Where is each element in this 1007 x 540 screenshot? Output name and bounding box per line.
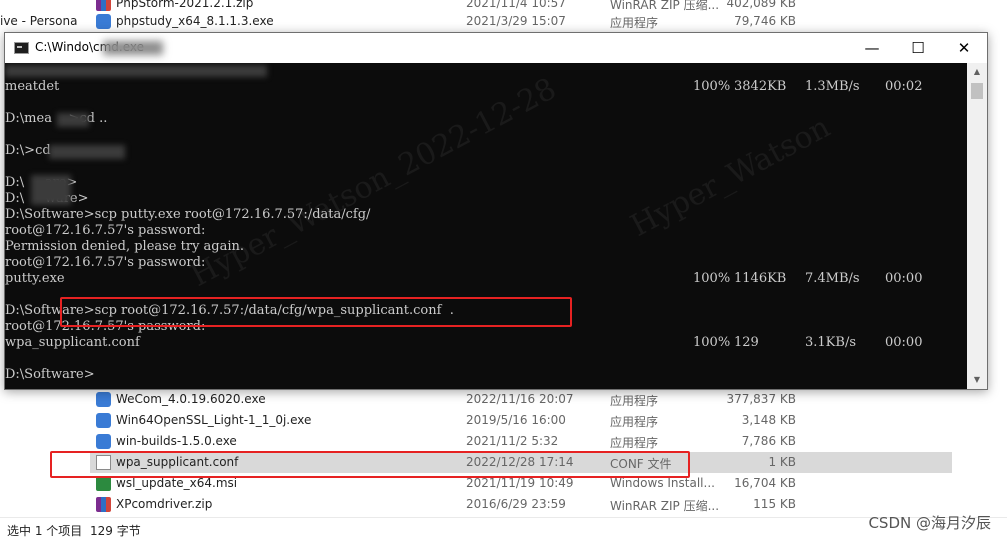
console-line-text: Permission denied, please try again. (5, 239, 245, 254)
transfer-rate: 3.1KB/s (805, 335, 856, 350)
installer-exe-icon (96, 392, 111, 407)
console-app-icon (14, 42, 29, 54)
maximize-button[interactable]: ☐ (895, 33, 941, 63)
file-date: 2021/11/4 10:57 (466, 0, 566, 10)
redacted-blur (57, 113, 89, 127)
file-name: phpstudy_x64_8.1.1.3.exe (116, 14, 274, 28)
transfer-size: 1146KB (734, 271, 787, 286)
redacted-blur (5, 65, 267, 77)
console-line-text: D:\Software>scp putty.exe root@172.16.7.… (5, 207, 371, 222)
file-type: 应用程序 (610, 16, 659, 30)
msi-package-icon (96, 476, 111, 491)
minimize-button[interactable]: — (849, 33, 895, 63)
transfer-rate: 1.3MB/s (805, 79, 860, 94)
file-size: 115 KB (753, 497, 796, 511)
file-row[interactable]: Win64OpenSSL_Light-1_1_0j.exe 2019/5/16 … (90, 410, 952, 431)
diagonal-watermark: Hyper_Watson (625, 109, 836, 244)
file-size: 377,837 KB (726, 392, 796, 406)
file-size: 16,704 KB (734, 476, 796, 490)
status-bar: 选中 1 个项目 129 字节 (0, 517, 1007, 540)
console-line-text: root@172.16.7.57's password: (5, 223, 206, 238)
transfer-percent: 100% (693, 271, 731, 286)
console-line-text: D:\>cd (5, 143, 51, 158)
file-size: 1 KB (768, 455, 796, 469)
diagonal-watermark: Hyper_Watson_2022-12-28 (185, 71, 562, 294)
transfer-percent: 100% (693, 335, 731, 350)
winrar-archive-icon (96, 0, 111, 11)
redacted-blur (103, 41, 163, 55)
installer-exe-icon (96, 14, 111, 29)
nav-pane-item[interactable]: ive - Persona (0, 14, 77, 28)
highlight-annotation-file (50, 451, 690, 478)
file-row[interactable]: win-builds-1.5.0.exe 2021/11/2 5:32 应用程序… (90, 431, 952, 452)
console-scrollbar[interactable]: ▲ ▼ (967, 63, 987, 389)
transfer-size: 3842KB (734, 79, 787, 94)
file-date: 2016/6/29 23:59 (466, 497, 566, 511)
redacted-blur (31, 175, 71, 205)
transfer-time: 00:00 (885, 271, 923, 286)
status-selected-count: 选中 1 个项目 (7, 524, 83, 538)
file-date: 2021/3/29 15:07 (466, 14, 566, 28)
transfer-time: 00:00 (885, 335, 923, 350)
file-row[interactable]: XPcomdriver.zip 2016/6/29 23:59 WinRAR Z… (90, 494, 952, 515)
installer-exe-icon (96, 413, 111, 428)
status-selected-size: 129 字节 (90, 524, 141, 538)
installer-exe-icon (96, 434, 111, 449)
file-type: 应用程序 (610, 436, 659, 450)
file-size: 402,089 KB (726, 0, 796, 10)
transfer-time: 00:02 (885, 79, 923, 94)
csdn-watermark: CSDN @海月汐辰 (868, 514, 991, 532)
file-type: Windows Install... (610, 476, 715, 490)
file-name: win-builds-1.5.0.exe (116, 434, 237, 448)
title-bar[interactable]: C:\Windo\cmd.exe — ☐ ✕ (5, 33, 987, 63)
transfer-percent: 100% (693, 79, 731, 94)
scroll-up-icon[interactable]: ▲ (967, 63, 987, 81)
file-size: 79,746 KB (734, 14, 796, 28)
file-name: wsl_update_x64.msi (116, 476, 238, 490)
file-row[interactable]: WeCom_4.0.19.6020.exe 2022/11/16 20:07 应… (90, 389, 952, 410)
file-name: PhpStorm-2021.2.1.zip (116, 0, 254, 10)
file-name: Win64OpenSSL_Light-1_1_0j.exe (116, 413, 312, 427)
transfer-size: 129 (734, 335, 759, 350)
highlight-annotation-command (60, 297, 572, 327)
file-name: XPcomdriver.zip (116, 497, 213, 511)
console-line-text: wpa_supplicant.conf (5, 335, 140, 350)
file-type: 应用程序 (610, 415, 659, 429)
console-line-text: D:\Software> (5, 367, 95, 382)
winrar-archive-icon (96, 497, 111, 512)
console-line-text: root@172.16.7.57's password: (5, 255, 206, 270)
file-date: 2021/11/2 5:32 (466, 434, 559, 448)
file-type: WinRAR ZIP 压缩... (610, 499, 720, 513)
close-button[interactable]: ✕ (941, 33, 987, 63)
console-output[interactable]: Hyper_Watson_2022-12-28 Hyper_Watson mea… (5, 63, 967, 389)
file-row[interactable]: phpstudy_x64_8.1.1.3.exe 2021/3/29 15:07… (90, 11, 952, 32)
console-line-text: putty.exe (5, 271, 65, 286)
file-size: 7,786 KB (741, 434, 796, 448)
scrollbar-thumb[interactable] (971, 83, 983, 99)
redacted-blur (49, 145, 125, 159)
file-type: 应用程序 (610, 394, 659, 408)
file-size: 3,148 KB (741, 413, 796, 427)
file-date: 2019/5/16 16:00 (466, 413, 566, 427)
file-date: 2021/11/19 10:49 (466, 476, 574, 490)
console-line-text: meatdet (5, 79, 60, 94)
cmd-window[interactable]: C:\Windo\cmd.exe — ☐ ✕ Hyper_Watson_2022… (4, 32, 988, 390)
file-name: WeCom_4.0.19.6020.exe (116, 392, 266, 406)
scroll-down-icon[interactable]: ▼ (967, 371, 987, 389)
transfer-rate: 7.4MB/s (805, 271, 860, 286)
file-date: 2022/11/16 20:07 (466, 392, 574, 406)
